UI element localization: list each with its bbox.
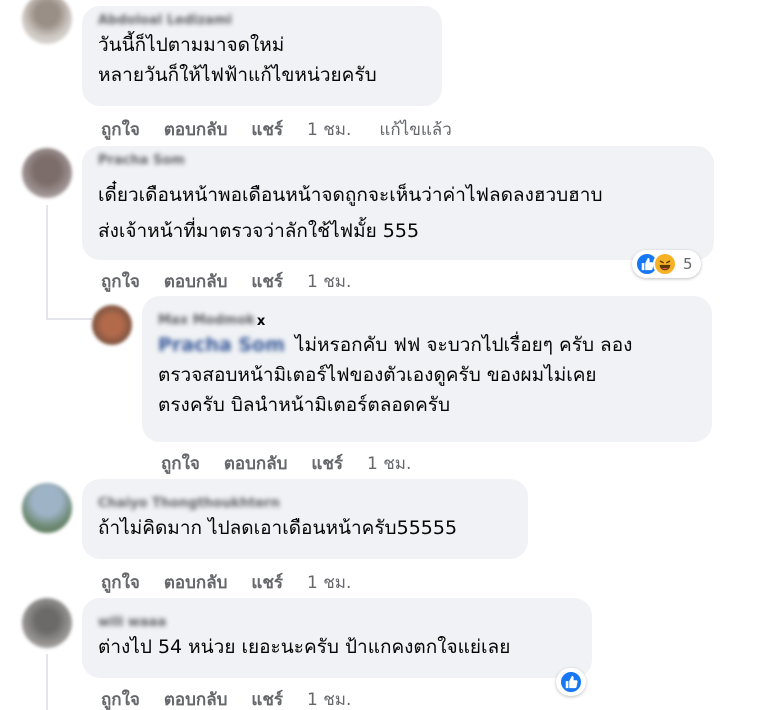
comment-bubble: Pracha Som เดี๋ยวเดือนหน้าพอเดือนหน้าจดถ… — [82, 146, 714, 260]
avatar[interactable] — [22, 598, 72, 648]
like-button[interactable]: ถูกใจ — [101, 686, 140, 710]
like-button[interactable]: ถูกใจ — [101, 268, 140, 295]
comment-text: ไม่หรอกคับ ฟฟ จะบวกไปเรื่อยๆ ครับ ลอง — [294, 334, 633, 356]
comment-text: หลายวันก็ให้ไฟฟ้าแก้ไขหน่วยครับ — [98, 64, 377, 86]
comment-actions: ถูกใจ ตอบกลับ แชร์ 1 ชม. แก้ไขแล้ว — [101, 116, 480, 143]
comment-author[interactable]: Abdoloal Ledizami — [98, 12, 426, 30]
share-button[interactable]: แชร์ — [251, 268, 283, 295]
comment-text: เดี๋ยวเดือนหน้าพอเดือนหน้าจดถูกจะเห็นว่า… — [98, 184, 603, 206]
comment-text: ส่งเจ้าหน้าที่มาตรวจว่าลักใช้ไฟมั้ย 555 — [98, 220, 420, 242]
haha-icon — [653, 252, 677, 276]
comment-text: ตรงครับ บิลนำหน้ามิเตอร์ตลอดครับ — [158, 394, 451, 416]
comment-actions: ถูกใจ ตอบกลับ แชร์ 1 ชม. — [161, 450, 439, 477]
share-button[interactable]: แชร์ — [251, 686, 283, 710]
reply-button[interactable]: ตอบกลับ — [224, 450, 288, 477]
comment-timestamp[interactable]: 1 ชม. — [367, 450, 411, 477]
comment-author[interactable]: Pracha Som — [98, 152, 698, 170]
comment-bubble: Abdoloal Ledizami วันนี้ก็ไปตามมาจดใหม่ … — [82, 6, 442, 106]
share-button[interactable]: แชร์ — [251, 569, 283, 596]
thread-line — [46, 205, 48, 320]
avatar[interactable] — [22, 0, 72, 44]
comment-actions: ถูกใจ ตอบกลับ แชร์ 1 ชม. — [101, 686, 379, 710]
comment-text: ตรวจสอบหน้ามิเตอร์ไฟของตัวเองดูครับ ของผ… — [158, 364, 597, 386]
reaction-count: 5 — [683, 255, 693, 273]
reaction-summary[interactable]: 5 — [632, 250, 701, 278]
author-suffix: x — [256, 313, 266, 329]
comment-text: วันนี้ก็ไปตามมาจดใหม่ — [98, 34, 285, 56]
comment-timestamp[interactable]: 1 ชม. — [307, 686, 351, 710]
like-button[interactable]: ถูกใจ — [101, 569, 140, 596]
comment-bubble: wili waaa ต่างไป 54 หน่วย เยอะนะครับ ป้า… — [82, 598, 592, 678]
comment-bubble: Max Modmok x Pracha Som ไม่หรอกคับ ฟฟ จะ… — [142, 296, 712, 442]
reply-button[interactable]: ตอบกลับ — [164, 116, 228, 143]
comment-author[interactable]: Chaiyo Thongthoukhtern — [98, 495, 512, 513]
like-button[interactable]: ถูกใจ — [161, 450, 200, 477]
avatar[interactable] — [22, 148, 72, 198]
avatar[interactable] — [22, 483, 72, 533]
comment-author[interactable]: Max Modmok — [158, 312, 255, 330]
comment-text: ถ้าไม่คิดมาก ไปลดเอาเดือนหน้าครับ55555 — [98, 517, 458, 539]
avatar[interactable] — [92, 305, 132, 345]
comment-actions: ถูกใจ ตอบกลับ แชร์ 1 ชม. — [101, 569, 379, 596]
thread-line — [46, 318, 92, 320]
comment-timestamp[interactable]: 1 ชม. — [307, 268, 351, 295]
edited-label[interactable]: แก้ไขแล้ว — [379, 116, 451, 143]
comment-timestamp[interactable]: 1 ชม. — [307, 569, 351, 596]
like-icon — [559, 670, 583, 694]
like-button[interactable]: ถูกใจ — [101, 116, 140, 143]
reaction-summary[interactable] — [556, 668, 586, 696]
thread-line — [46, 654, 48, 710]
reply-button[interactable]: ตอบกลับ — [164, 569, 228, 596]
comment-author[interactable]: wili waaa — [98, 614, 576, 632]
comment-actions: ถูกใจ ตอบกลับ แชร์ 1 ชม. — [101, 268, 379, 295]
comment-text: ต่างไป 54 หน่วย เยอะนะครับ ป้าแกคงตกใจแย… — [98, 636, 511, 658]
share-button[interactable]: แชร์ — [311, 450, 343, 477]
mention-link[interactable]: Pracha Som — [158, 330, 285, 360]
share-button[interactable]: แชร์ — [251, 116, 283, 143]
comment-timestamp[interactable]: 1 ชม. — [307, 116, 351, 143]
comment-bubble: Chaiyo Thongthoukhtern ถ้าไม่คิดมาก ไปลด… — [82, 479, 528, 559]
reply-button[interactable]: ตอบกลับ — [164, 686, 228, 710]
reply-button[interactable]: ตอบกลับ — [164, 268, 228, 295]
